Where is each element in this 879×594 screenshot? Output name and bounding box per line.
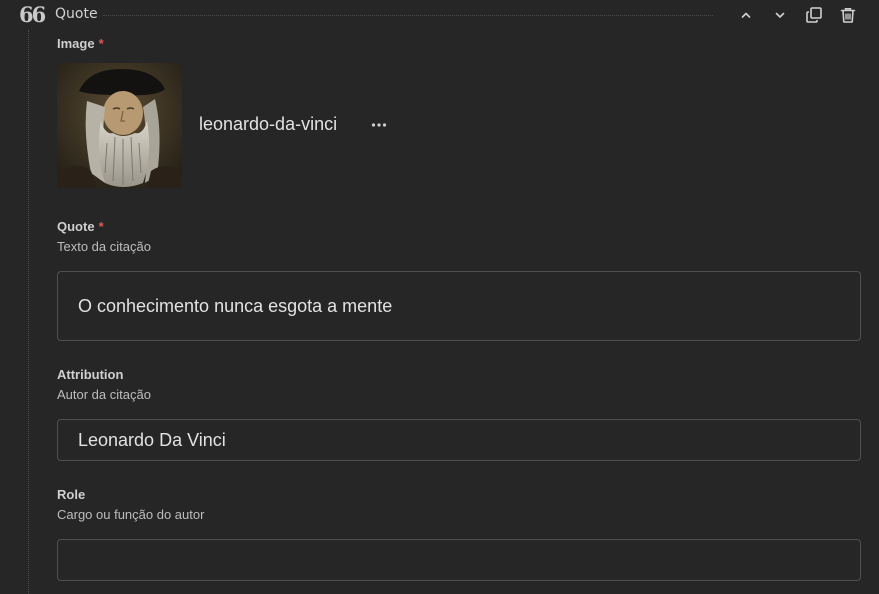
- required-marker: *: [98, 219, 104, 234]
- attribution-hint: Autor da citação: [57, 387, 151, 402]
- image-label: Image *: [57, 36, 104, 51]
- chevron-down-icon: [775, 12, 785, 18]
- move-up-button[interactable]: [735, 4, 757, 26]
- required-marker: *: [98, 36, 104, 51]
- block-header: 66 Quote: [0, 0, 879, 32]
- attribution-label: Attribution: [57, 367, 124, 382]
- attribution-value: Leonardo Da Vinci: [78, 429, 226, 450]
- portrait-image: [57, 63, 182, 188]
- attribution-input[interactable]: Leonardo Da Vinci: [57, 419, 861, 461]
- duplicate-icon: [806, 7, 822, 23]
- quote-textarea[interactable]: O conhecimento nunca esgota a mente: [57, 271, 861, 341]
- image-more-button[interactable]: [367, 115, 391, 135]
- block-title: Quote: [55, 6, 98, 22]
- chevron-up-icon: [741, 12, 751, 18]
- role-label: Role: [57, 487, 86, 502]
- quote-label-text: Quote: [57, 219, 95, 234]
- quote-block: 66 Quote Image * leonardo-da-vinci Quote…: [0, 0, 879, 594]
- more-horizontal-icon: [371, 123, 387, 127]
- quote-icon: 66: [19, 2, 46, 27]
- duplicate-button[interactable]: [803, 4, 825, 26]
- nesting-guide: [28, 30, 29, 594]
- image-thumbnail[interactable]: [57, 63, 182, 188]
- role-hint: Cargo ou função do autor: [57, 507, 205, 522]
- trash-icon: [840, 8, 856, 23]
- move-down-button[interactable]: [769, 4, 791, 26]
- role-input[interactable]: [57, 539, 861, 581]
- quote-value: O conhecimento nunca esgota a mente: [78, 295, 393, 316]
- header-divider: [103, 15, 713, 16]
- image-file-name: leonardo-da-vinci: [199, 114, 338, 134]
- delete-button[interactable]: [837, 4, 859, 26]
- quote-hint: Texto da citação: [57, 239, 151, 254]
- quote-label: Quote *: [57, 219, 104, 234]
- image-label-text: Image: [57, 36, 95, 51]
